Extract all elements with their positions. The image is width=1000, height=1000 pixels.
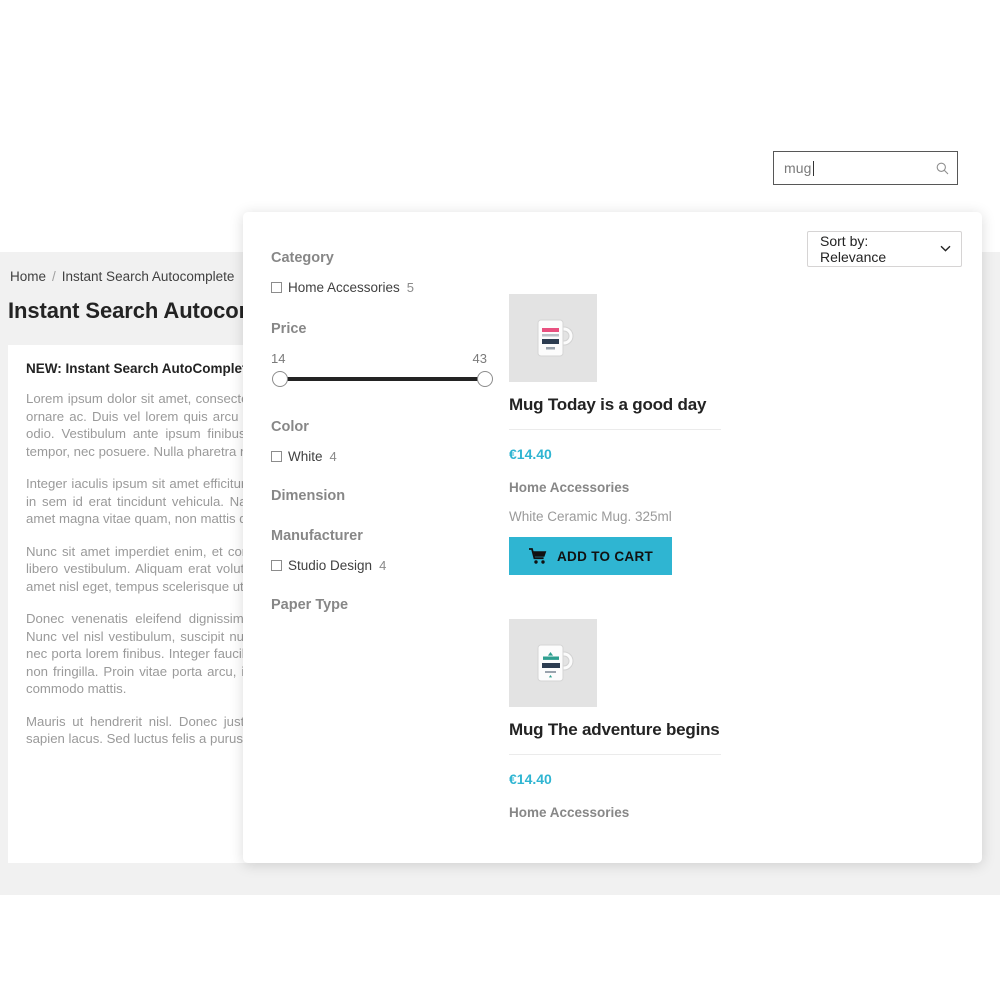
filters-panel: Category Home Accessories 5 Price 14 43 xyxy=(271,250,501,639)
checkbox-icon[interactable] xyxy=(271,560,282,571)
checkbox-icon[interactable] xyxy=(271,451,282,462)
filter-option-studio-design[interactable]: Studio Design 4 xyxy=(271,558,501,573)
add-to-cart-label: ADD TO CART xyxy=(557,548,654,564)
product-price: €14.40 xyxy=(509,446,552,462)
add-to-cart-button[interactable]: ADD TO CART xyxy=(509,537,672,575)
search-input-value-wrap: mug xyxy=(784,159,935,176)
filter-title: Color xyxy=(271,419,309,435)
filter-group-price: Price 14 43 xyxy=(271,321,501,393)
filter-title: Manufacturer xyxy=(271,528,363,544)
filter-group-dimension: Dimension xyxy=(271,488,501,504)
search-input[interactable]: mug xyxy=(773,151,958,185)
filter-group-category: Category Home Accessories 5 xyxy=(271,250,501,295)
chevron-down-icon xyxy=(940,243,951,255)
product-name[interactable]: Mug Today is a good day xyxy=(509,394,721,430)
breadcrumb: Home / Instant Search Autocomplete xyxy=(10,269,234,284)
filter-group-color: Color White 4 xyxy=(271,419,501,464)
filter-option-count: 5 xyxy=(406,280,415,295)
mug-the-adventure-begins-image xyxy=(522,632,584,694)
filter-title: Category xyxy=(271,250,334,266)
price-range-slider[interactable]: 14 43 xyxy=(271,351,493,393)
slider-handle-min[interactable] xyxy=(272,371,288,387)
filter-option-home-accessories[interactable]: Home Accessories 5 xyxy=(271,280,501,295)
slider-track xyxy=(280,377,485,381)
product-category: Home Accessories xyxy=(509,480,630,495)
page-footer-area xyxy=(0,895,1000,1000)
text-cursor xyxy=(812,160,814,176)
filter-group-manufacturer: Manufacturer Studio Design 4 xyxy=(271,528,501,573)
search-results-list: Mug Today is a good day €14.40 Home Acce… xyxy=(509,294,729,863)
product-price: €14.40 xyxy=(509,771,552,787)
filter-title: Paper Type xyxy=(271,597,349,613)
breadcrumb-current: Instant Search Autocomplete xyxy=(61,269,235,284)
product-card[interactable]: Mug Today is a good day €14.40 Home Acce… xyxy=(509,294,729,575)
search-icon[interactable] xyxy=(935,161,949,175)
mug-today-is-a-good-day-image xyxy=(522,307,584,369)
breadcrumb-separator: / xyxy=(52,269,56,284)
filter-group-paper-type: Paper Type xyxy=(271,597,501,613)
filter-option-count: 4 xyxy=(329,449,337,464)
price-max-value: 43 xyxy=(472,351,487,366)
breadcrumb-home[interactable]: Home xyxy=(10,269,46,284)
product-card[interactable]: Mug The adventure begins €14.40 Home Acc… xyxy=(509,619,729,820)
filter-title: Price xyxy=(271,321,307,337)
slider-handle-max[interactable] xyxy=(477,371,493,387)
screen-root: mug Home / Instant Search Autocomplete Ins… xyxy=(0,0,1000,1000)
filter-option-label: Home Accessories xyxy=(288,280,400,295)
product-thumbnail[interactable] xyxy=(509,619,597,707)
product-description: White Ceramic Mug. 325ml xyxy=(509,509,672,524)
filter-option-white[interactable]: White 4 xyxy=(271,449,501,464)
checkbox-icon[interactable] xyxy=(271,282,282,293)
sort-by-dropdown[interactable]: Sort by: Relevance xyxy=(807,231,962,267)
filter-option-count: 4 xyxy=(379,558,387,573)
product-category: Home Accessories xyxy=(509,805,630,820)
product-name[interactable]: Mug The adventure begins xyxy=(509,719,721,755)
filter-option-label: Studio Design xyxy=(288,558,373,573)
search-input-value: mug xyxy=(784,159,812,176)
product-thumbnail[interactable] xyxy=(509,294,597,382)
shopping-cart-icon xyxy=(529,548,547,564)
filter-option-label: White xyxy=(288,449,323,464)
price-min-value: 14 xyxy=(271,351,286,366)
sort-by-label: Sort by: Relevance xyxy=(820,233,887,265)
filter-title: Dimension xyxy=(271,488,346,504)
instant-search-overlay: Sort by: Relevance Category Home Accesso… xyxy=(243,212,982,863)
